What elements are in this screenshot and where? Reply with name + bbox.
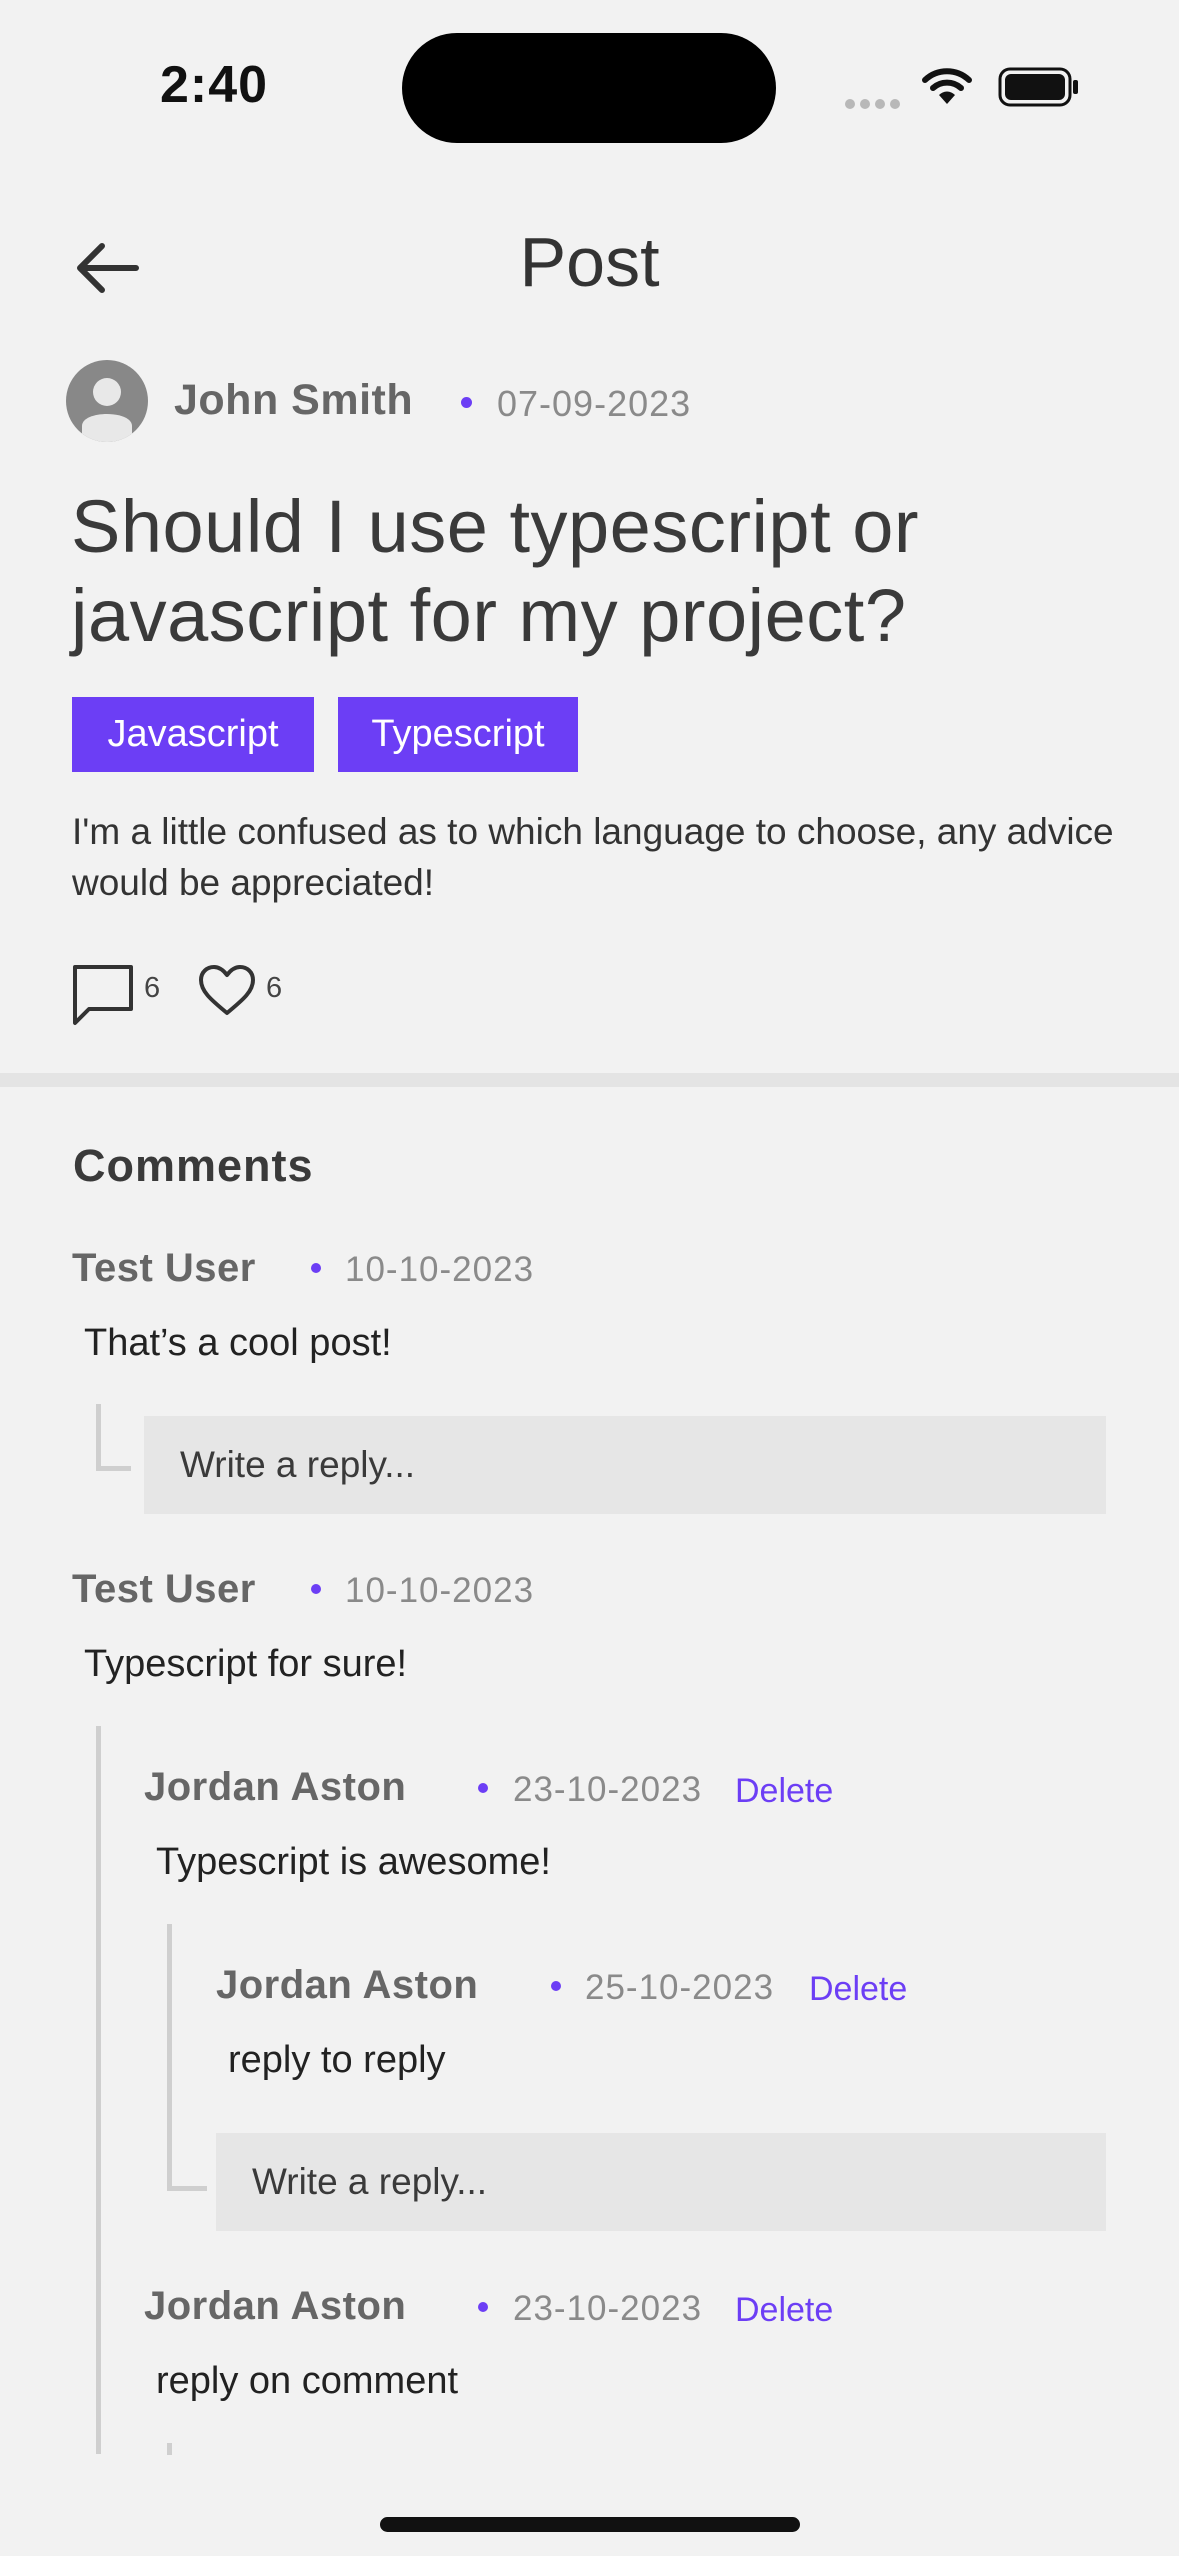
section-divider — [0, 1073, 1179, 1087]
delete-button[interactable]: Delete — [735, 1772, 833, 1811]
comment-text: Typescript for sure! — [84, 1643, 408, 1685]
dynamic-island — [402, 33, 776, 143]
post-body: I'm a little confused as to which langua… — [72, 811, 1114, 903]
separator-dot — [311, 1584, 321, 1594]
home-indicator[interactable] — [380, 2517, 800, 2532]
comment-author[interactable]: Test User — [72, 1246, 256, 1291]
tag-typescript[interactable]: Typescript — [338, 697, 578, 772]
cellular-signal-icon — [845, 96, 905, 114]
reply-thread-line — [96, 1726, 101, 2454]
page-title: Post — [519, 223, 660, 301]
status-time: 2:40 — [160, 56, 269, 114]
reply-date: 25-10-2023 — [585, 1968, 775, 2007]
separator-dot — [478, 2302, 488, 2312]
comment-icon[interactable] — [71, 963, 135, 1032]
separator-dot — [478, 1783, 488, 1793]
reply-date: 23-10-2023 — [513, 1770, 703, 1809]
reply-author[interactable]: Jordan Aston — [144, 2284, 406, 2329]
reply-thread-line — [167, 2443, 172, 2455]
reply-author[interactable]: Jordan Aston — [216, 1963, 478, 2008]
separator-dot — [551, 1981, 561, 1991]
like-count: 6 — [266, 972, 283, 1004]
separator-dot — [461, 397, 472, 408]
avatar[interactable] — [66, 360, 148, 442]
comment-date: 10-10-2023 — [345, 1571, 535, 1610]
comment-count: 6 — [144, 972, 161, 1004]
battery-icon — [998, 67, 1080, 112]
reply-thread-line — [167, 1924, 207, 2191]
comment-date: 10-10-2023 — [345, 1250, 535, 1289]
reply-input-container — [144, 1416, 1106, 1514]
post-author[interactable]: John Smith — [174, 376, 413, 425]
comment-author[interactable]: Test User — [72, 1567, 256, 1612]
wifi-icon — [922, 66, 972, 111]
separator-dot — [311, 1263, 321, 1273]
reply-thread-line — [96, 1404, 131, 1471]
tag-javascript[interactable]: Javascript — [72, 697, 314, 772]
reply-input[interactable] — [144, 1416, 1106, 1514]
reply-text: Typescript is awesome! — [156, 1841, 551, 1883]
post-title: Should I use typescript or javascript fo… — [71, 485, 919, 657]
reply-date: 23-10-2023 — [513, 2289, 703, 2328]
reply-input-container — [216, 2133, 1106, 2231]
delete-button[interactable]: Delete — [809, 1970, 907, 2009]
heart-icon[interactable] — [198, 965, 256, 1022]
reply-text: reply to reply — [228, 2039, 446, 2081]
post-date: 07-09-2023 — [497, 383, 692, 424]
delete-button[interactable]: Delete — [735, 2291, 833, 2330]
reply-author[interactable]: Jordan Aston — [144, 1765, 406, 1810]
reply-input[interactable] — [216, 2133, 1106, 2231]
reply-text: reply on comment — [156, 2360, 459, 2402]
comment-text: That’s a cool post! — [84, 1322, 392, 1364]
comments-heading: Comments — [73, 1140, 314, 1191]
